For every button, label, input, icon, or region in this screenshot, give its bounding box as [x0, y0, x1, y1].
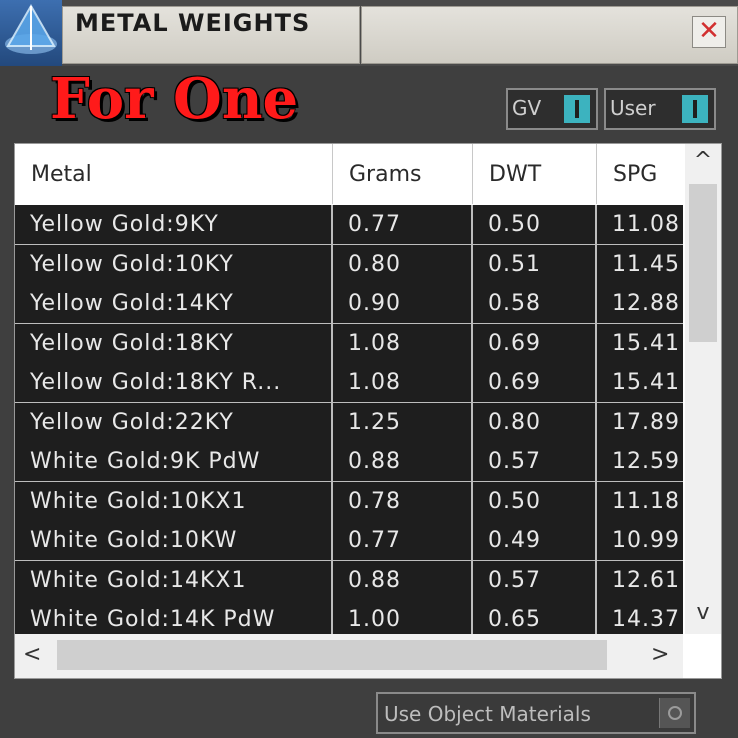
table-cell: 0.90 [333, 284, 473, 323]
column-header-dwt[interactable]: DWT [473, 144, 597, 204]
gv-toggle-label: GV [512, 96, 542, 120]
table-cell: 0.57 [473, 560, 597, 600]
table-cell: Yellow Gold:9KY [15, 205, 333, 244]
window-title: METAL WEIGHTS [75, 9, 311, 37]
table-cell: 12.88 [597, 284, 683, 323]
table-cell: 0.57 [473, 442, 597, 481]
table-cell: Yellow Gold:18KY [15, 323, 333, 363]
table-cell: 0.88 [333, 442, 473, 481]
title-tab[interactable]: METAL WEIGHTS [62, 6, 360, 64]
scroll-left-icon[interactable]: < [23, 642, 41, 667]
use-object-materials-label: Use Object Materials [384, 702, 591, 726]
horizontal-scroll-thumb[interactable] [57, 640, 607, 670]
table-cell: 1.08 [333, 363, 473, 402]
scroll-right-icon[interactable]: > [651, 642, 669, 667]
table-cell: 0.65 [473, 600, 597, 634]
gv-toggle[interactable]: GV [506, 88, 598, 130]
title-bar: METAL WEIGHTS ✕ [0, 0, 738, 66]
table-cell: 11.08 [597, 205, 683, 244]
table-cell: 11.45 [597, 245, 683, 284]
horizontal-scrollbar[interactable] [15, 634, 683, 678]
table-row[interactable]: Yellow Gold:10KY 0.80 0.51 11.45 [15, 244, 683, 286]
table-cell: 0.77 [333, 205, 473, 244]
table-cell: 15.41 [597, 363, 683, 402]
table-cell: 12.61 [597, 561, 683, 600]
table-cell: 0.88 [333, 560, 473, 600]
table-cell: 1.25 [333, 402, 473, 442]
scroll-up-icon[interactable]: ^ [685, 148, 721, 173]
metal-table: Metal Grams DWT SPG Yellow Gold:9KY 0.77 0… [14, 143, 722, 679]
column-header-metal[interactable]: Metal [15, 144, 333, 204]
table-cell: White Gold:14KX1 [15, 560, 333, 600]
table-grid: Metal Grams DWT SPG Yellow Gold:9KY 0.77 0… [15, 144, 683, 634]
table-header: Metal Grams DWT SPG [15, 144, 683, 204]
use-object-materials-button[interactable]: Use Object Materials [376, 692, 696, 734]
table-cell: 0.50 [473, 205, 597, 244]
table-cell: Yellow Gold:10KY [15, 244, 333, 284]
table-row[interactable]: White Gold:10KW 0.77 0.49 10.99 [15, 521, 683, 562]
table-row[interactable]: Yellow Gold:9KY 0.77 0.50 11.08 [15, 205, 683, 246]
table-row[interactable]: White Gold:14K PdW 1.00 0.65 14.37 [15, 600, 683, 634]
table-cell: 0.69 [473, 363, 597, 402]
user-toggle[interactable]: User [604, 88, 716, 130]
table-cell: 0.80 [333, 244, 473, 284]
table-cell: 17.89 [597, 403, 683, 442]
app-logo-icon [0, 0, 62, 66]
table-cell: 0.80 [473, 402, 597, 442]
table-cell: 0.51 [473, 244, 597, 284]
table-cell: 0.77 [333, 521, 473, 560]
vertical-scroll-thumb[interactable] [689, 184, 717, 342]
quantity-label: For One [50, 66, 299, 132]
metal-weights-window: METAL WEIGHTS ✕ For One GV User Metal Gr… [0, 0, 738, 738]
column-header-grams[interactable]: Grams [333, 144, 473, 204]
title-bar-fill [361, 6, 738, 64]
table-row[interactable]: White Gold:9K PdW 0.88 0.57 12.59 [15, 442, 683, 483]
table-cell: Yellow Gold:14KY [15, 284, 333, 323]
scroll-down-icon[interactable]: v [685, 600, 721, 625]
table-cell: 0.69 [473, 323, 597, 363]
table-cell: Yellow Gold:22KY [15, 402, 333, 442]
table-row[interactable]: Yellow Gold:22KY 1.25 0.80 17.89 [15, 402, 683, 444]
table-cell: 11.18 [597, 482, 683, 521]
table-cell: 0.49 [473, 521, 597, 560]
table-cell: White Gold:14K PdW [15, 600, 333, 634]
table-cell: White Gold:10KW [15, 521, 333, 560]
radio-indicator-icon [659, 698, 690, 728]
table-cell: 12.59 [597, 442, 683, 481]
table-row[interactable]: White Gold:10KX1 0.78 0.50 11.18 [15, 481, 683, 523]
column-header-spg[interactable]: SPG [597, 144, 683, 204]
table-cell: 15.41 [597, 324, 683, 363]
close-button[interactable]: ✕ [692, 16, 726, 48]
table-cell: 14.37 [597, 600, 683, 634]
table-row[interactable]: White Gold:14KX1 0.88 0.57 12.61 [15, 560, 683, 602]
vertical-scrollbar[interactable] [685, 144, 721, 634]
table-row[interactable]: Yellow Gold:18KY R... 1.08 0.69 15.41 [15, 363, 683, 404]
table-cell: 10.99 [597, 521, 683, 560]
user-toggle-label: User [610, 96, 656, 120]
table-cell: 1.00 [333, 600, 473, 634]
toggle-switch-icon [564, 95, 590, 123]
table-cell: 0.58 [473, 284, 597, 323]
table-cell: White Gold:9K PdW [15, 442, 333, 481]
table-row[interactable]: Yellow Gold:18KY 1.08 0.69 15.41 [15, 323, 683, 365]
table-cell: 1.08 [333, 323, 473, 363]
table-cell: White Gold:10KX1 [15, 481, 333, 521]
table-row[interactable]: Yellow Gold:14KY 0.90 0.58 12.88 [15, 284, 683, 325]
table-cell: 0.78 [333, 481, 473, 521]
table-cell: 0.50 [473, 481, 597, 521]
toggle-switch-icon [682, 95, 708, 123]
table-cell: Yellow Gold:18KY R... [15, 363, 333, 402]
